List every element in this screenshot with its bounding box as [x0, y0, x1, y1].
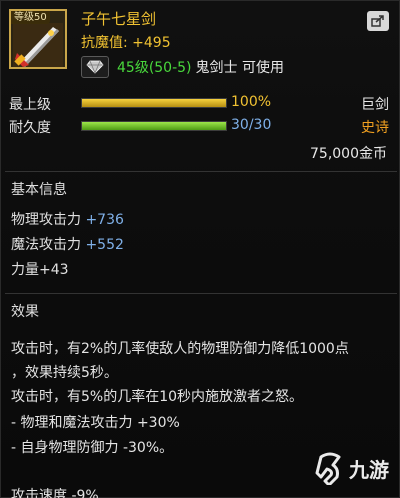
stat-label: 魔法攻击力: [11, 237, 86, 253]
rarity-tag: 史诗: [361, 120, 389, 136]
effect-line: ，效果持续5秒。: [11, 365, 118, 381]
durability-value: 30/30: [231, 117, 272, 133]
sword-icon: [13, 23, 63, 67]
effect-line: - 自身物理防御力 -30%。: [11, 440, 174, 456]
effect-title: 效果: [11, 304, 39, 320]
quality-row: 最上级 100% 巨剑: [9, 93, 393, 113]
durability-bar-fill: [82, 122, 226, 130]
weapon-type: 巨剑: [361, 97, 389, 113]
quality-label: 最上级: [9, 97, 51, 113]
price: 75,000金币: [310, 146, 387, 162]
quality-bar-fill: [82, 99, 226, 107]
stat-label: 物理攻击力: [11, 212, 86, 228]
item-tooltip-panel: 等级50 子午七星剑 抗魔值: +495 45级(50-5) 鬼剑士 可使用 最…: [0, 0, 400, 498]
effect-line: 攻击时，有2%的几率使敌人的物理防御力降低1000点: [11, 341, 349, 357]
effect-line: 攻击速度 -9%: [11, 488, 99, 498]
share-icon[interactable]: [367, 11, 389, 31]
item-name: 子午七星剑: [81, 10, 157, 28]
watermark-text: 九游: [349, 457, 389, 482]
divider: [5, 171, 397, 172]
watermark: 九游: [315, 451, 389, 485]
stat-value: +736: [85, 212, 124, 228]
magic-resist-value: 抗魔值: +495: [81, 35, 171, 51]
quality-value: 100%: [231, 94, 272, 110]
durability-row: 耐久度 30/30 史诗: [9, 116, 393, 136]
item-level-badge: 等级50: [11, 11, 50, 24]
required-class: 鬼剑士 可使用: [195, 60, 284, 76]
quality-bar: [81, 98, 227, 108]
physical-attack-stat: 物理攻击力 +736: [11, 209, 124, 229]
jiuyou-logo-icon: [315, 452, 341, 485]
stat-value: +43: [39, 262, 69, 278]
stat-label: 力量: [11, 262, 39, 278]
effect-line: - 物理和魔法攻击力 +30%: [11, 415, 180, 431]
durability-label: 耐久度: [9, 120, 51, 136]
durability-bar: [81, 121, 227, 131]
gem-icon: [81, 56, 109, 78]
effect-line: 攻击时，有5%的几率在10秒内施放激者之怒。: [11, 389, 304, 405]
divider: [5, 293, 397, 294]
requirement-row: 45级(50-5) 鬼剑士 可使用: [81, 56, 284, 78]
item-icon-frame[interactable]: 等级50: [9, 9, 67, 69]
stat-value: +552: [85, 237, 124, 253]
magic-attack-stat: 魔法攻击力 +552: [11, 234, 124, 254]
basic-info-title: 基本信息: [11, 182, 67, 198]
required-level: 45级(50-5): [117, 60, 192, 76]
strength-stat: 力量+43: [11, 259, 69, 279]
